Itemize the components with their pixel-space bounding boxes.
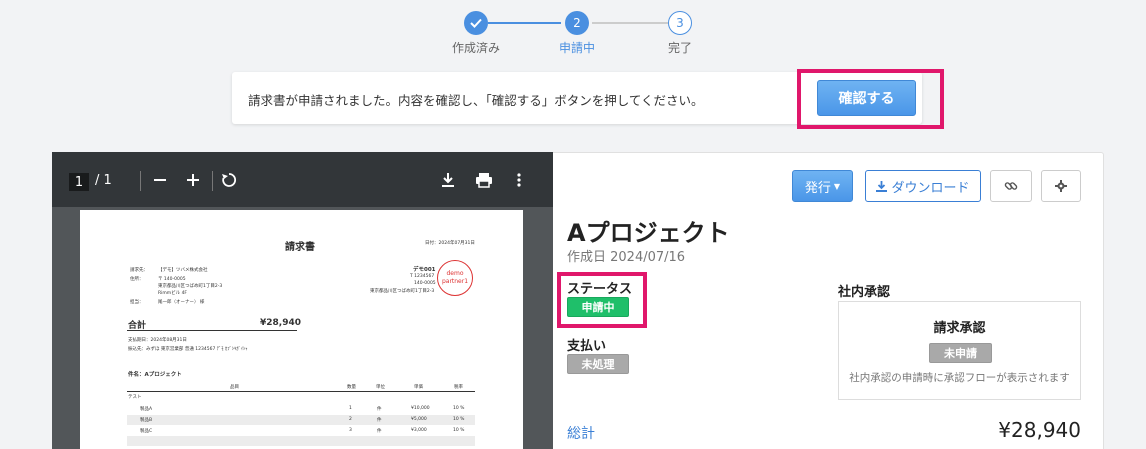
- doc-section: テスト: [128, 395, 142, 400]
- doc-row-tax: 10 %: [453, 428, 465, 433]
- doc-person-name: 尾一郎（オーナー） 様: [158, 300, 205, 305]
- doc-row-unit: 件: [377, 407, 382, 412]
- doc-row-tax: 10 %: [453, 406, 465, 411]
- doc-issuer-addr: 東京都品川区つばめ町1丁目2-3: [370, 289, 435, 294]
- doc-bank: 振込先：みずほ 東京営業部 普通 1234567 ﾃﾞﾓ ｶﾌﾞｼｷｶﾞｲｼｬ: [128, 347, 248, 352]
- page-total: / 1: [95, 173, 112, 188]
- doc-title: 請求書: [285, 242, 315, 253]
- notice-message: 請求書が申請されました。内容を確認し、「確認する」ボタンを押してください。: [248, 93, 704, 108]
- grand-total-value: ¥28,940: [998, 418, 1081, 442]
- doc-row-item: 製品C: [140, 429, 153, 434]
- doc-col-qty: 数量: [347, 385, 356, 390]
- approval-status-badge: 未申請: [929, 343, 992, 363]
- download-icon[interactable]: [437, 168, 459, 192]
- confirm-button[interactable]: 確認する: [817, 80, 916, 116]
- doc-addr-line1: 東京都品川区つばめ町1丁目2-3: [158, 284, 223, 289]
- doc-row-item: 製品B: [140, 418, 153, 423]
- step-label: 完了: [667, 41, 692, 55]
- doc-col-price: 単価: [414, 385, 423, 390]
- approval-title: 請求承認: [933, 321, 986, 336]
- pdf-toolbar: 1 / 1: [52, 152, 553, 207]
- toolbar-divider: [212, 171, 213, 191]
- progress-stepper: 作成済み 2 申請中 3 完了: [0, 11, 1146, 61]
- doc-table-line: [127, 391, 475, 392]
- approval-card: 請求承認 未申請 社内承認の申請時に承認フローが表示されます: [838, 301, 1081, 400]
- check-icon: [464, 11, 488, 35]
- pdf-page: 請求書 日付：2024年07月31日 請求先： 【デモ】ツバメ株式会社 住所： …: [80, 210, 523, 449]
- issue-dropdown-button[interactable]: 発行 ▼: [792, 170, 853, 202]
- step-created: 作成済み: [436, 11, 516, 56]
- approval-note: 社内承認の申請時に承認フローが表示されます: [849, 372, 1070, 384]
- toolbar-divider: [140, 171, 141, 191]
- doc-date: 日付：2024年07月31日: [425, 241, 475, 246]
- status-highlight: [557, 272, 647, 328]
- payment-label: 支払い: [567, 339, 607, 354]
- doc-subject: 件名：Aプロジェクト: [128, 372, 182, 378]
- download-button[interactable]: ダウンロード: [865, 170, 981, 202]
- doc-row-unit: 件: [377, 429, 382, 434]
- print-icon[interactable]: [473, 168, 495, 192]
- doc-row-tax: 10 %: [453, 417, 465, 422]
- doc-row-price: ¥10,000: [411, 406, 430, 411]
- project-title: Aプロジェクト: [567, 219, 730, 247]
- zoom-out-icon[interactable]: [149, 168, 171, 192]
- internal-approval-label: 社内承認: [838, 285, 891, 300]
- link-icon: [1004, 179, 1018, 193]
- doc-issuer-zip: 140-0005: [414, 281, 436, 286]
- download-icon: [876, 180, 888, 192]
- zoom-in-icon[interactable]: [182, 168, 204, 192]
- settings-button[interactable]: [1041, 170, 1081, 202]
- doc-total-underline: [127, 330, 297, 331]
- doc-addr-line2: Rimmビル 4F: [158, 291, 188, 296]
- download-label: ダウンロード: [891, 180, 970, 196]
- doc-issuer-name: デモ001: [413, 267, 436, 273]
- doc-to-name: 【デモ】ツバメ株式会社: [158, 268, 208, 273]
- stamp-line: partner1: [441, 278, 469, 285]
- page-number-input[interactable]: 1: [69, 173, 89, 191]
- more-vertical-icon[interactable]: [508, 168, 530, 192]
- doc-col-tax: 税率: [454, 385, 463, 390]
- issue-label: 発行: [804, 180, 831, 196]
- doc-row-price: ¥5,000: [411, 417, 427, 422]
- doc-col-item: 品目: [230, 385, 239, 390]
- gear-icon: [1055, 180, 1067, 192]
- doc-row-unit: 件: [377, 418, 382, 423]
- doc-addr-zip: 〒 140-0005: [158, 277, 186, 282]
- doc-row-qty: 3: [349, 428, 352, 433]
- step-applying: 2 申請中: [537, 11, 617, 56]
- company-stamp: demo partner1: [437, 260, 473, 296]
- payment-badge: 未処理: [567, 354, 629, 374]
- step-number: 3: [668, 11, 692, 35]
- step-label: 申請中: [558, 41, 595, 55]
- doc-row-price: ¥3,000: [411, 428, 427, 433]
- rotate-icon[interactable]: [218, 168, 240, 192]
- copy-link-button[interactable]: [990, 170, 1032, 202]
- doc-col-unit: 単位: [376, 385, 385, 390]
- step-label: 作成済み: [451, 41, 500, 55]
- stamp-line: demo: [446, 270, 464, 277]
- doc-addr-label: 住所：: [130, 277, 144, 282]
- doc-person-label: 担当：: [130, 300, 144, 305]
- doc-to-label: 請求先：: [130, 268, 148, 273]
- doc-row-qty: 1: [349, 406, 352, 411]
- doc-total-value: ¥28,940: [260, 318, 301, 328]
- created-date: 作成日 2024/07/16: [567, 250, 686, 265]
- caret-down-icon: ▼: [833, 181, 841, 191]
- grand-total-label[interactable]: 総計: [567, 423, 595, 443]
- doc-issuer-tel: T 1234567: [410, 274, 435, 279]
- doc-due: 支払期日：2024年08月31日: [128, 338, 187, 343]
- doc-row-bg: [127, 436, 475, 446]
- step-complete: 3 完了: [640, 11, 720, 56]
- step-number: 2: [565, 11, 589, 35]
- doc-row-item: 製品A: [140, 407, 153, 412]
- pdf-viewer: 1 / 1 請求書 日付：2024年07月31日 請求先： 【デモ】ツバメ株式会…: [52, 152, 553, 449]
- doc-row-qty: 2: [349, 417, 352, 422]
